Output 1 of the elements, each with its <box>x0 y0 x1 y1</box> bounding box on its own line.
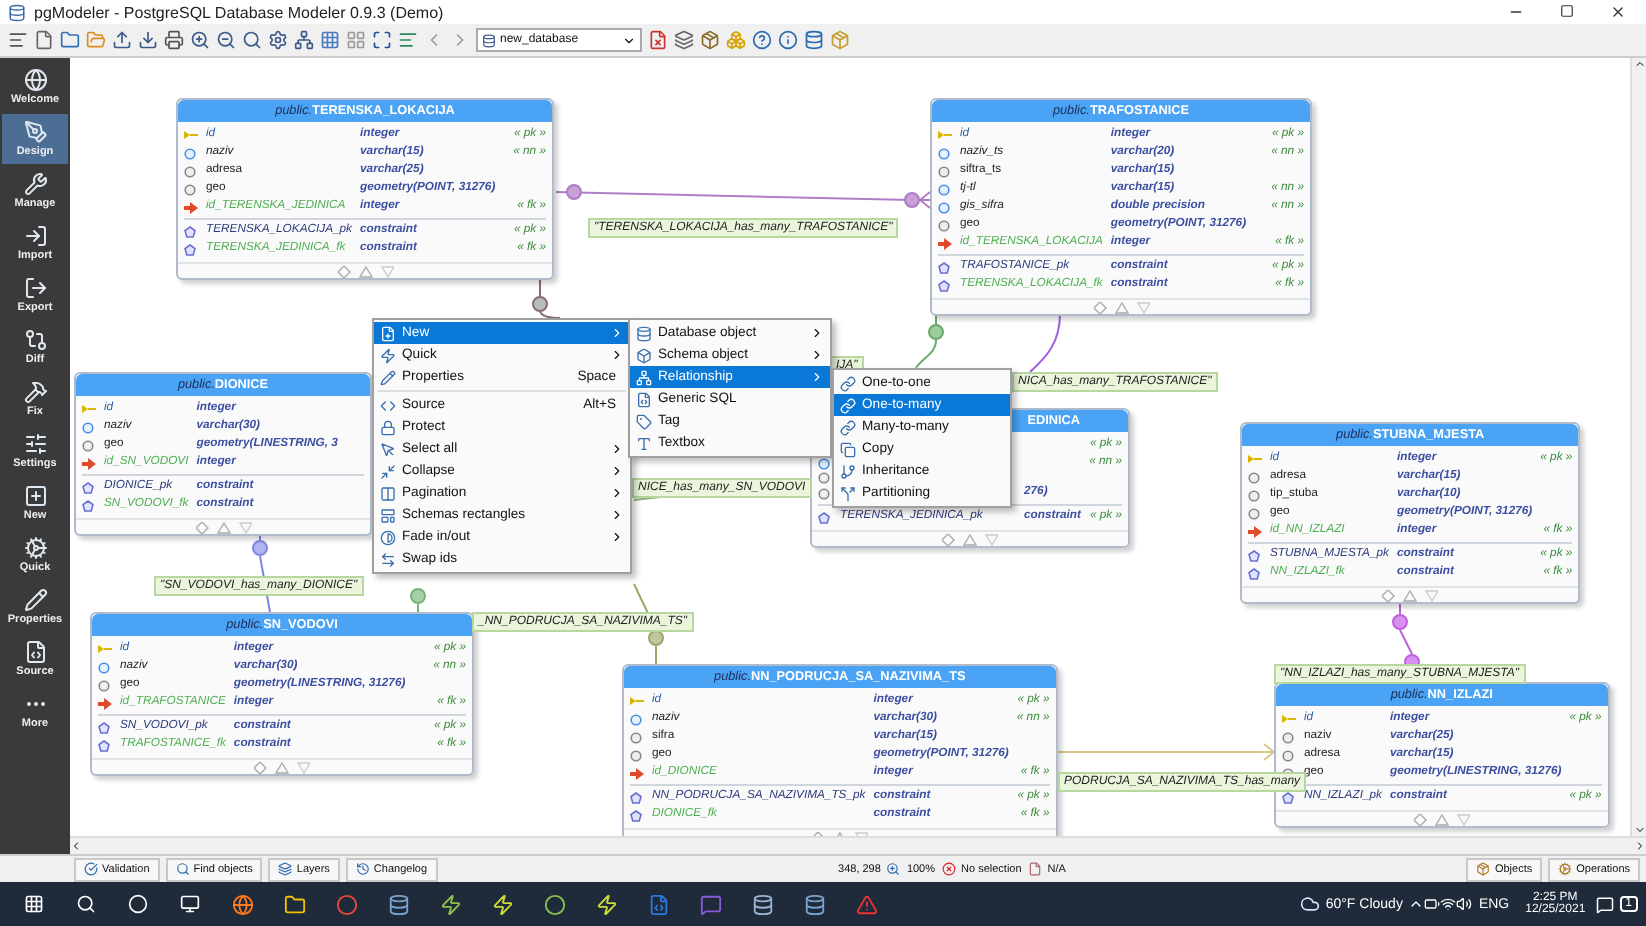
window-title: pgModeler - PostgreSQL Database Modeler 0.9.3 (Demo) <box>34 3 446 21</box>
